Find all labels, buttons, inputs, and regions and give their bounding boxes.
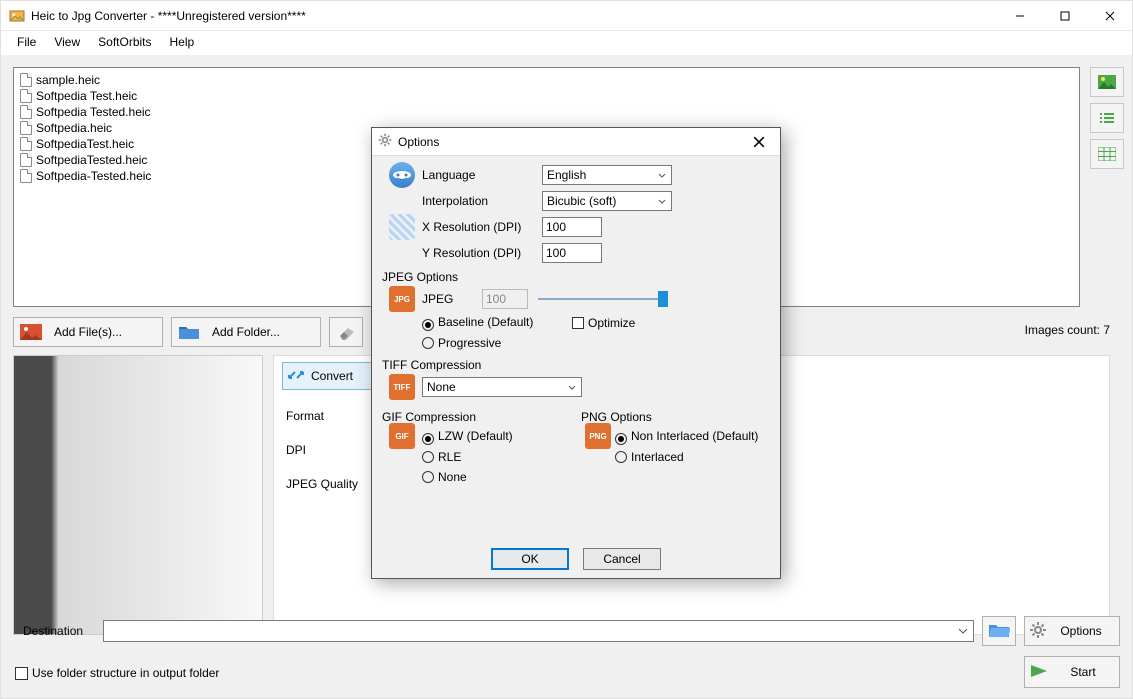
chevron-down-icon <box>955 623 971 639</box>
file-icon <box>20 153 32 167</box>
resolution-icon <box>389 214 415 240</box>
jpeg-quality-slider[interactable] <box>538 289 668 309</box>
destination-combo[interactable] <box>103 620 974 642</box>
tab-format[interactable]: Format <box>282 402 382 430</box>
chevron-down-icon <box>655 199 669 204</box>
tab-jpeg-quality[interactable]: JPEG Quality <box>282 470 382 498</box>
destination-label: Destination <box>23 624 95 638</box>
menu-view[interactable]: View <box>46 33 88 51</box>
app-icon <box>9 8 25 24</box>
tiff-section-label: TIFF Compression <box>382 358 770 372</box>
language-icon <box>389 162 415 188</box>
start-button[interactable]: Start <box>1024 656 1120 688</box>
file-icon <box>20 169 32 183</box>
folder-open-icon <box>988 622 1010 641</box>
interpolation-select[interactable]: Bicubic (soft) <box>542 191 672 211</box>
menu-softorbits[interactable]: SoftOrbits <box>90 33 159 51</box>
cancel-button[interactable]: Cancel <box>583 548 661 570</box>
add-files-button[interactable]: Add File(s)... <box>13 317 163 347</box>
jpeg-section-label: JPEG Options <box>382 270 770 284</box>
add-folder-button[interactable]: Add Folder... <box>171 317 321 347</box>
use-folder-structure-checkbox[interactable] <box>15 667 28 680</box>
view-grid-button[interactable] <box>1090 139 1124 169</box>
png-icon: PNG <box>585 423 611 449</box>
tab-dpi[interactable]: DPI <box>282 436 382 464</box>
window-title: Heic to Jpg Converter - ****Unregistered… <box>31 9 306 23</box>
gear-icon <box>1029 621 1047 642</box>
interpolation-label: Interpolation <box>422 194 542 208</box>
eraser-icon <box>330 318 362 346</box>
image-preview <box>13 355 263 635</box>
yres-label: Y Resolution (DPI) <box>422 246 542 260</box>
tiff-icon: TIFF <box>389 374 415 400</box>
language-label: Language <box>422 168 542 182</box>
remove-button[interactable] <box>329 317 363 347</box>
jpeg-icon: JPG <box>389 286 415 312</box>
jpeg-progressive-radio[interactable] <box>422 337 434 349</box>
xres-input[interactable]: 100 <box>542 217 602 237</box>
menubar: File View SoftOrbits Help <box>1 31 1132 53</box>
file-icon <box>20 121 32 135</box>
images-count: Images count: 7 <box>1025 323 1110 337</box>
chevron-down-icon <box>565 385 579 390</box>
language-select[interactable]: English <box>542 165 672 185</box>
file-icon <box>20 137 32 151</box>
png-section-label: PNG Options <box>581 410 770 424</box>
gif-section-label: GIF Compression <box>382 410 571 424</box>
dialog-title: Options <box>398 135 439 149</box>
gif-rle-radio[interactable] <box>422 451 434 463</box>
options-button[interactable]: Options <box>1024 616 1120 646</box>
close-button[interactable] <box>1087 1 1132 31</box>
jpeg-quality-input[interactable]: 100 <box>482 289 528 309</box>
convert-icon <box>287 366 305 387</box>
list-item[interactable]: Softpedia Tested.heic <box>20 104 1073 120</box>
xres-label: X Resolution (DPI) <box>422 220 542 234</box>
yres-input[interactable]: 100 <box>542 243 602 263</box>
file-icon <box>20 89 32 103</box>
jpeg-optimize-checkbox[interactable] <box>572 317 584 329</box>
folder-icon <box>172 318 206 346</box>
minimize-button[interactable] <box>997 1 1042 31</box>
view-list-button[interactable] <box>1090 103 1124 133</box>
gear-icon <box>378 133 392 150</box>
titlebar: Heic to Jpg Converter - ****Unregistered… <box>1 1 1132 31</box>
dialog-close-button[interactable] <box>744 130 774 154</box>
list-item[interactable]: Softpedia Test.heic <box>20 88 1073 104</box>
file-icon <box>20 73 32 87</box>
ok-button[interactable]: OK <box>491 548 569 570</box>
list-item[interactable]: sample.heic <box>20 72 1073 88</box>
tab-convert[interactable]: Convert <box>282 362 382 390</box>
gif-icon: GIF <box>389 423 415 449</box>
view-thumbnails-button[interactable] <box>1090 67 1124 97</box>
menu-file[interactable]: File <box>9 33 44 51</box>
file-icon <box>20 105 32 119</box>
use-folder-structure-label: Use folder structure in output folder <box>32 666 219 680</box>
maximize-button[interactable] <box>1042 1 1087 31</box>
gif-none-radio[interactable] <box>422 471 434 483</box>
chevron-down-icon <box>655 173 669 178</box>
tiff-compression-select[interactable]: None <box>422 377 582 397</box>
jpeg-label: JPEG <box>422 292 482 306</box>
menu-help[interactable]: Help <box>162 33 203 51</box>
gif-lzw-radio[interactable] <box>422 433 434 445</box>
browse-destination-button[interactable] <box>982 616 1016 646</box>
play-icon <box>1029 663 1049 682</box>
options-dialog: Options Language English Interpolation <box>371 127 781 579</box>
picture-icon <box>14 318 48 346</box>
png-noninterlaced-radio[interactable] <box>615 433 627 445</box>
png-interlaced-radio[interactable] <box>615 451 627 463</box>
jpeg-baseline-radio[interactable] <box>422 319 434 331</box>
